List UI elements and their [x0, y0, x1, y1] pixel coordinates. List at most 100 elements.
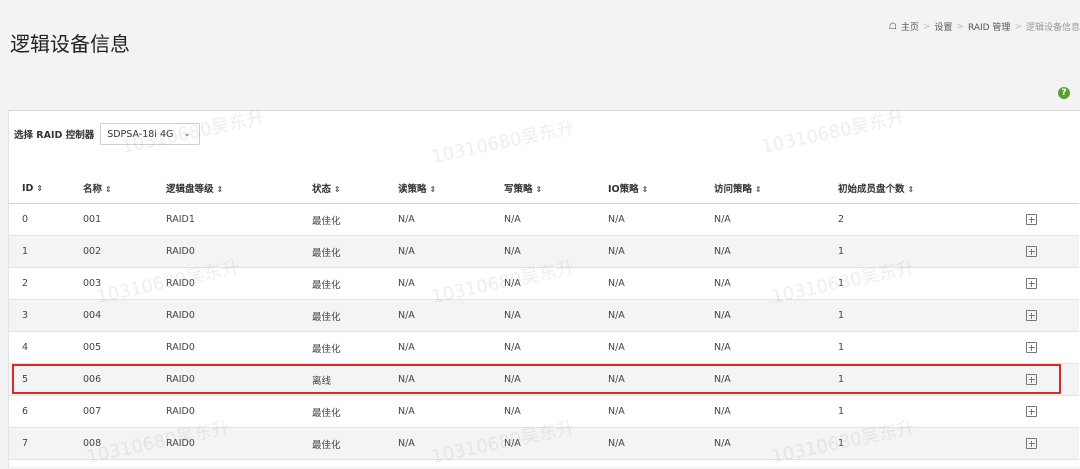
sort-icon[interactable]: ⇕	[217, 185, 224, 194]
table-cell: 007	[83, 395, 166, 428]
column-header[interactable]: 读策略 ⇕	[398, 173, 504, 204]
column-header[interactable]: 初始成员盘个数 ⇕	[838, 173, 1026, 204]
column-header[interactable]: 状态 ⇕	[312, 173, 398, 204]
table-cell: N/A	[608, 299, 714, 332]
table-cell-actions	[1026, 267, 1079, 300]
table-cell: 0	[9, 203, 83, 236]
table-row: 1 002 RAID0 最佳化 N/A N/A N/A N/A 1	[9, 235, 1079, 268]
expand-icon[interactable]	[1026, 438, 1037, 449]
table-row: 7 008 RAID0 最佳化 N/A N/A N/A N/A 1	[9, 427, 1079, 460]
column-header[interactable]: 逻辑盘等级 ⇕	[166, 173, 312, 204]
table-cell: 最佳化	[312, 299, 398, 332]
sort-icon[interactable]: ⇕	[36, 184, 43, 193]
column-header-label: IO策略	[608, 184, 639, 195]
table-row: 5 006 RAID0 离线 N/A N/A N/A N/A 1	[9, 363, 1079, 396]
expand-icon[interactable]	[1026, 310, 1037, 321]
table-cell: 1	[838, 267, 1026, 300]
sort-icon[interactable]: ⇕	[536, 185, 543, 194]
table-cell: RAID0	[166, 363, 312, 396]
column-header[interactable]: 名称 ⇕	[83, 173, 166, 204]
table-cell: 1	[9, 235, 83, 268]
main-panel: 选择 RAID 控制器 SDPSA-18i 4G ⌄ ID ⇕ 名称 ⇕ 逻辑盘等级 ⇕ 状…	[8, 110, 1080, 467]
table-cell: 005	[83, 331, 166, 364]
column-header-label: 名称	[83, 184, 103, 195]
sort-icon[interactable]: ⇕	[642, 185, 649, 194]
table-cell: 1	[838, 299, 1026, 332]
sort-icon[interactable]: ⇕	[755, 185, 762, 194]
logical-device-table: ID ⇕ 名称 ⇕ 逻辑盘等级 ⇕ 状态 ⇕ 读策略 ⇕ 写策略 ⇕ IO策略 ⇕ 访问策略 ⇕ 初始成员盘个数…	[9, 173, 1079, 460]
table-cell: N/A	[398, 395, 504, 428]
table-cell-actions	[1026, 203, 1079, 236]
table-cell: 离线	[312, 363, 398, 396]
table-cell: N/A	[714, 363, 838, 396]
controller-select[interactable]: SDPSA-18i 4G ⌄	[100, 123, 200, 145]
table-cell: N/A	[714, 395, 838, 428]
sort-icon[interactable]: ⇕	[430, 185, 437, 194]
column-header-label: 访问策略	[714, 184, 753, 195]
expand-icon[interactable]	[1026, 214, 1037, 225]
table-cell: 4	[9, 331, 83, 364]
table-cell: N/A	[714, 235, 838, 268]
table-cell: N/A	[608, 363, 714, 396]
table-cell: 1	[838, 427, 1026, 460]
controller-label: 选择 RAID 控制器	[14, 130, 95, 141]
controller-selector-row: 选择 RAID 控制器 SDPSA-18i 4G ⌄	[14, 123, 200, 145]
table-row: 2 003 RAID0 最佳化 N/A N/A N/A N/A 1	[9, 267, 1079, 300]
sort-icon[interactable]: ⇕	[908, 185, 915, 194]
breadcrumb-settings[interactable]: 设置	[934, 20, 952, 33]
table-cell: 最佳化	[312, 267, 398, 300]
column-header[interactable]: 写策略 ⇕	[504, 173, 608, 204]
table-cell: 004	[83, 299, 166, 332]
table-cell-actions	[1026, 299, 1079, 332]
table-cell-actions	[1026, 427, 1079, 460]
table-cell: RAID0	[166, 235, 312, 268]
breadcrumb-raid[interactable]: RAID 管理	[968, 20, 1011, 33]
table-cell: N/A	[398, 299, 504, 332]
expand-icon[interactable]	[1026, 342, 1037, 353]
sort-icon[interactable]: ⇕	[105, 185, 112, 194]
table-cell: N/A	[504, 395, 608, 428]
chevron-down-icon: ⌄	[183, 129, 191, 139]
table-cell: 7	[9, 427, 83, 460]
table-cell: RAID0	[166, 395, 312, 428]
page-title: 逻辑设备信息	[10, 32, 130, 56]
table-cell: N/A	[504, 427, 608, 460]
column-header-label: 写策略	[504, 184, 533, 195]
column-header[interactable]: IO策略 ⇕	[608, 173, 714, 204]
home-icon: ☖	[888, 21, 897, 32]
table-cell: N/A	[398, 267, 504, 300]
table-cell: 006	[83, 363, 166, 396]
table-cell: N/A	[608, 203, 714, 236]
table-cell: RAID0	[166, 427, 312, 460]
help-icon[interactable]: ?	[1058, 87, 1070, 99]
table-row: 6 007 RAID0 最佳化 N/A N/A N/A N/A 1	[9, 395, 1079, 428]
column-header[interactable]: 访问策略 ⇕	[714, 173, 838, 204]
table-cell: N/A	[714, 427, 838, 460]
sort-icon[interactable]: ⇕	[334, 185, 341, 194]
column-header-label: ID	[22, 182, 34, 194]
table-cell: N/A	[504, 235, 608, 268]
table-cell: N/A	[608, 331, 714, 364]
expand-icon[interactable]	[1026, 246, 1037, 257]
column-header[interactable]: ID ⇕	[9, 173, 83, 204]
table-cell: 002	[83, 235, 166, 268]
table-cell: RAID0	[166, 331, 312, 364]
controller-select-value: SDPSA-18i 4G	[107, 128, 174, 140]
table-cell: N/A	[714, 331, 838, 364]
table-cell: 008	[83, 427, 166, 460]
table-cell: 最佳化	[312, 203, 398, 236]
table-cell: 3	[9, 299, 83, 332]
table-row: 3 004 RAID0 最佳化 N/A N/A N/A N/A 1	[9, 299, 1079, 332]
breadcrumb-home[interactable]: 主页	[901, 20, 919, 33]
table-cell: N/A	[504, 363, 608, 396]
table-cell: N/A	[608, 235, 714, 268]
table-cell-actions	[1026, 395, 1079, 428]
table-cell: N/A	[504, 331, 608, 364]
expand-icon[interactable]	[1026, 406, 1037, 417]
expand-icon[interactable]	[1026, 278, 1037, 289]
expand-icon[interactable]	[1026, 374, 1037, 385]
table-cell: 最佳化	[312, 427, 398, 460]
table-row: 0 001 RAID1 最佳化 N/A N/A N/A N/A 2	[9, 203, 1079, 236]
breadcrumb-separator: >	[956, 21, 964, 32]
column-header-label: 逻辑盘等级	[166, 184, 214, 195]
